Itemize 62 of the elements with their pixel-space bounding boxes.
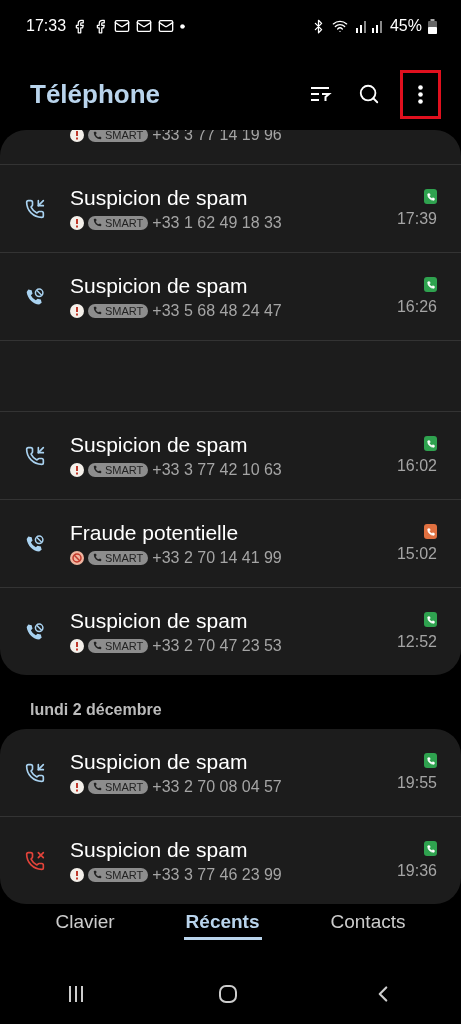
call-time: 16:02 — [396, 457, 437, 475]
blocked-call-icon — [25, 621, 45, 642]
phone-number: +33 3 77 42 10 63 — [152, 460, 282, 479]
call-time: 16:26 — [396, 298, 437, 316]
incoming-call-icon — [25, 762, 45, 783]
status-time: 17:33 — [26, 17, 67, 35]
phone-icon — [93, 782, 102, 791]
smart-tag: SMART — [88, 215, 149, 230]
mail-icon — [158, 18, 175, 34]
caller-label: Suspicion de spam — [70, 185, 249, 210]
mail-icon — [114, 18, 131, 34]
call-time: 17:39 — [396, 210, 437, 228]
phone-icon — [93, 218, 102, 227]
smart-tag: SMART — [88, 303, 149, 318]
smart-tag: SMART — [88, 867, 149, 882]
phone-number: +33 5 68 48 24 47 — [152, 301, 282, 320]
signal-icon — [353, 19, 384, 33]
smart-tag: SMART — [88, 779, 149, 794]
call-time: 19:55 — [396, 774, 437, 792]
phone-icon — [93, 870, 102, 879]
smart-tag: SMART — [88, 130, 149, 142]
more-icon — [418, 84, 423, 104]
incoming-call-icon — [25, 198, 45, 219]
smart-tag: SMART — [88, 638, 149, 653]
menu-button[interactable] — [400, 69, 441, 119]
app-title: Téléphone — [30, 78, 160, 110]
blocked-call-icon — [25, 533, 45, 554]
phone-icon — [93, 641, 102, 650]
caller-label: Suspicion de spam — [70, 608, 249, 633]
caller-label: Fraude potentielle — [70, 520, 240, 545]
smart-tag: SMART — [88, 462, 149, 477]
phone-icon — [93, 306, 102, 315]
phone-number: +33 2 70 08 04 57 — [152, 777, 282, 796]
call-time: 12:52 — [396, 633, 437, 651]
phone-icon — [93, 553, 102, 562]
phone-number: +33 1 62 49 18 33 — [152, 213, 282, 232]
caller-label: Suspicion de spam — [70, 749, 249, 774]
battery-icon — [428, 18, 437, 34]
mail-icon — [136, 18, 153, 34]
incoming-call-icon — [25, 445, 45, 466]
caller-label: Suspicion de spam — [70, 432, 249, 457]
blocked-call-icon — [25, 286, 45, 307]
date-heading: lundi 2 décembre — [29, 700, 163, 720]
phone-number: +33 2 70 47 23 53 — [152, 636, 282, 655]
missed-call-icon — [25, 850, 45, 871]
tab[interactable]: Récents — [183, 909, 262, 940]
tab[interactable]: Clavier — [53, 909, 117, 940]
wifi-icon — [331, 18, 348, 34]
caller-label: Suspicion de spam — [70, 837, 249, 862]
tab[interactable]: Contacts — [328, 909, 408, 940]
dot-icon — [180, 23, 186, 29]
phone-icon — [93, 130, 102, 140]
home-icon — [217, 983, 240, 1005]
battery-percent: 45% — [389, 17, 422, 35]
call-time: 19:36 — [396, 862, 437, 880]
smart-tag: SMART — [88, 550, 149, 565]
call-time: 15:02 — [396, 545, 437, 563]
phone-icon — [93, 465, 102, 474]
phone-number: +33 3 77 46 23 99 — [152, 865, 282, 884]
phone-number: +33 2 70 14 41 99 — [152, 548, 282, 567]
search-icon — [358, 83, 380, 105]
caller-label: Suspicion de spam — [70, 273, 249, 298]
